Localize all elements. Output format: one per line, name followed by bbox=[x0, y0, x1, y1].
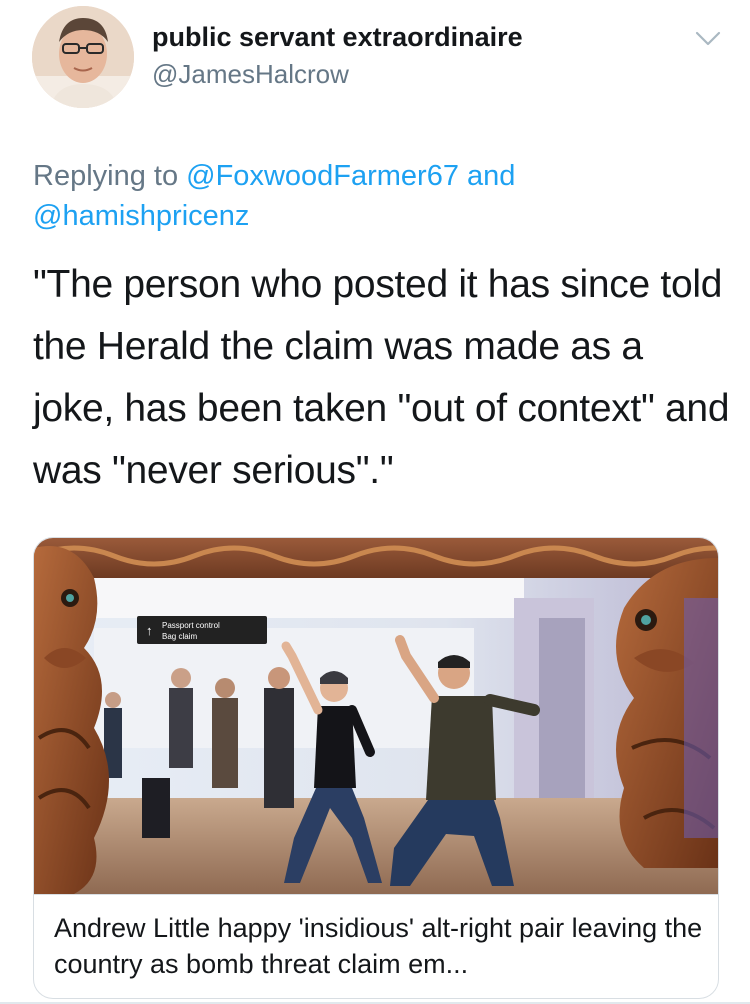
avatar-photo bbox=[32, 6, 134, 108]
card-divider bbox=[34, 894, 718, 895]
sign-bag-claim: Bag claim bbox=[162, 632, 197, 641]
link-card[interactable]: ↑ Passport control Bag claim Andrew Litt… bbox=[33, 537, 719, 999]
display-name[interactable]: public servant extraordinaire bbox=[152, 22, 523, 53]
tweet-text: "The person who posted it has since told… bbox=[33, 263, 730, 492]
card-title[interactable]: Andrew Little happy 'insidious' alt-righ… bbox=[54, 910, 704, 982]
reply-mention-link[interactable]: @FoxwoodFarmer67 bbox=[186, 160, 459, 192]
reply-mention-link[interactable]: @hamishpricenz bbox=[33, 200, 249, 232]
card-image: ↑ Passport control Bag claim bbox=[34, 538, 718, 894]
replying-to: Replying to @FoxwoodFarmer67 and @hamishp… bbox=[33, 156, 723, 236]
replying-to-label: Replying to bbox=[33, 160, 187, 192]
user-handle[interactable]: @JamesHalcrow bbox=[152, 59, 349, 90]
reply-connector: and bbox=[458, 160, 516, 192]
svg-text:↑: ↑ bbox=[146, 623, 153, 638]
avatar[interactable] bbox=[32, 6, 134, 108]
sign-passport-control: Passport control bbox=[162, 621, 220, 630]
chevron-down-icon[interactable] bbox=[694, 26, 722, 50]
maori-carving-right bbox=[616, 558, 718, 868]
